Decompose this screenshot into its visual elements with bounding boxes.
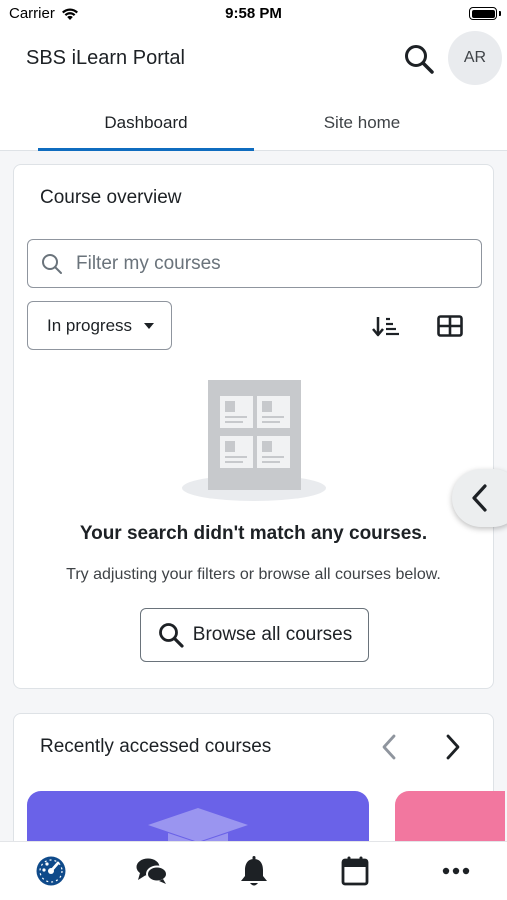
tabbar-notifications[interactable] [237,854,271,888]
grouping-selected-label: In progress [47,315,133,335]
course-tile[interactable] [395,791,505,841]
search-icon [405,45,434,74]
tabbar-calendar[interactable] [338,854,372,888]
grouping-dropdown[interactable]: In progress [27,301,172,350]
empty-state-subtitle: Try adjusting your filters or browse all… [66,566,441,583]
app-header: SBS iLearn Portal AR [0,28,507,90]
caret-down-icon [144,322,155,329]
tabbar-messages[interactable] [135,854,169,888]
recent-courses-title: Recently accessed courses [40,736,272,757]
browse-all-courses-label: Browse all courses [192,624,353,645]
bottom-tab-bar [0,841,507,900]
filter-courses-input[interactable]: Filter my courses [27,239,482,288]
recent-next-button[interactable] [438,732,468,762]
calendar-icon [341,856,369,886]
course-overview-card: Course overview Filter my courses In pro… [13,164,494,689]
site-title: SBS iLearn Portal [26,47,185,69]
search-icon [42,253,62,274]
chevron-left-icon [472,484,487,512]
course-overview-title: Course overview [40,187,182,208]
tab-site-home[interactable]: Site home [254,96,470,150]
empty-courses-illustration [182,380,326,501]
battery-icon [469,7,497,20]
tab-site-home-label: Site home [323,113,401,132]
view-toggle-button[interactable] [434,311,466,341]
chevron-right-icon [446,734,460,760]
recent-prev-button[interactable] [374,732,404,762]
filter-placeholder: Filter my courses [76,252,221,274]
messages-icon [136,858,168,884]
card-grid-icon [437,315,463,337]
chevron-left-icon [382,734,396,760]
block-drawer-toggle[interactable] [452,469,507,527]
dashboard-icon [36,856,66,886]
browse-all-courses-button[interactable]: Browse all courses [140,608,369,662]
search-button[interactable] [400,40,438,78]
status-bar: Carrier 9:58 PM [0,0,507,28]
user-avatar[interactable]: AR [448,31,502,85]
tabbar-dashboard[interactable] [34,854,68,888]
sort-icon [372,317,399,337]
dashboard-content: Course overview Filter my courses In pro… [0,151,507,841]
tab-dashboard[interactable]: Dashboard [38,96,254,151]
sort-button[interactable] [370,311,402,341]
status-time: 9:58 PM [225,5,282,22]
tabbar-more[interactable] [439,854,473,888]
tab-dashboard-label: Dashboard [104,113,188,132]
recent-courses-card: Recently accessed courses [13,713,505,841]
course-tile[interactable] [27,791,369,841]
notifications-icon [241,856,267,886]
empty-state-title: Your search didn't match any courses. [79,523,428,544]
search-icon [158,623,184,648]
graduation-cap-icon [148,808,248,841]
more-icon [442,867,470,875]
main-tabs: Dashboard Site home [0,96,507,151]
